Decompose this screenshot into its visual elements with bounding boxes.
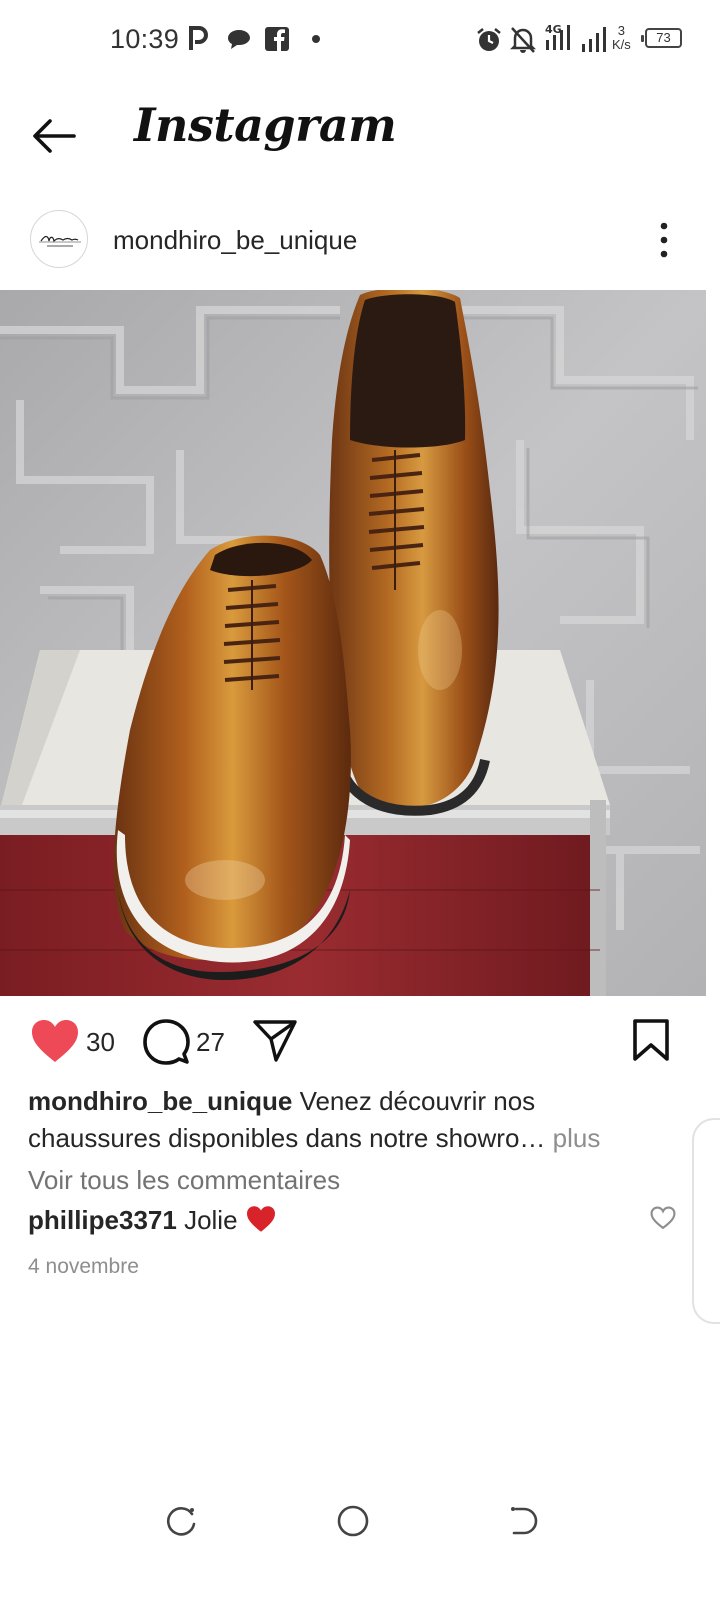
comment-like-heart-icon[interactable] xyxy=(650,1206,676,1230)
post-username[interactable]: mondhiro_be_unique xyxy=(113,225,357,256)
post-date: 4 novembre xyxy=(28,1255,139,1278)
caption-more-link[interactable]: plus xyxy=(545,1123,601,1153)
app-title-logo: Instagram xyxy=(134,98,397,152)
app-header: Instagram xyxy=(0,80,720,190)
dot-icon xyxy=(312,35,320,43)
red-heart-emoji-icon xyxy=(246,1206,275,1232)
brand-logo-icon xyxy=(39,235,81,247)
share-send-icon[interactable] xyxy=(252,1018,298,1064)
facebook-icon xyxy=(265,27,289,51)
mute-bell-icon xyxy=(510,27,536,53)
recent-apps-icon[interactable] xyxy=(164,1504,198,1538)
signal-icon xyxy=(582,27,606,52)
arrow-left-icon[interactable] xyxy=(28,110,80,162)
comment-text: Jolie xyxy=(176,1205,245,1235)
heart-filled-icon[interactable] xyxy=(30,1018,80,1064)
caption-username[interactable]: mondhiro_be_unique xyxy=(28,1086,292,1116)
svg-text:4G: 4G xyxy=(545,23,562,36)
network-speed-value: 3 xyxy=(617,23,626,38)
post-caption[interactable]: mondhiro_be_unique Venez découvrir nos c… xyxy=(28,1083,668,1157)
bookmark-icon[interactable] xyxy=(632,1018,670,1062)
view-all-comments-link[interactable]: Voir tous les commentaires xyxy=(28,1165,340,1196)
alarm-icon xyxy=(477,28,501,51)
network-speed-unit: K/s xyxy=(612,37,631,52)
vertical-dots-icon[interactable] xyxy=(652,218,676,262)
comment-icon[interactable] xyxy=(142,1018,190,1066)
edge-panel-handle[interactable] xyxy=(692,1118,720,1324)
post-actions: 30 27 xyxy=(0,1010,720,1074)
status-bar: 10:39 4G 3 K/s 73 xyxy=(0,0,720,80)
message-bubble-icon xyxy=(228,30,250,49)
network-speed: 3 K/s xyxy=(612,24,631,52)
back-nav-icon[interactable] xyxy=(508,1504,542,1538)
post-image[interactable] xyxy=(0,290,706,996)
home-circle-icon[interactable] xyxy=(336,1504,370,1538)
post-header: mondhiro_be_unique xyxy=(0,200,720,288)
avatar[interactable] xyxy=(30,210,88,268)
comment-count[interactable]: 27 xyxy=(196,1027,225,1058)
status-time: 10:39 xyxy=(110,24,180,54)
like-count[interactable]: 30 xyxy=(86,1027,115,1058)
battery-icon: 73 xyxy=(641,28,682,48)
parking-icon xyxy=(189,26,208,50)
system-nav-bar xyxy=(0,1490,720,1570)
4g-signal-icon: 4G xyxy=(545,23,570,50)
shoe-photo xyxy=(0,290,706,996)
comment-username[interactable]: phillipe3371 xyxy=(28,1205,177,1235)
comment-row: phillipe3371 Jolie xyxy=(28,1205,277,1236)
